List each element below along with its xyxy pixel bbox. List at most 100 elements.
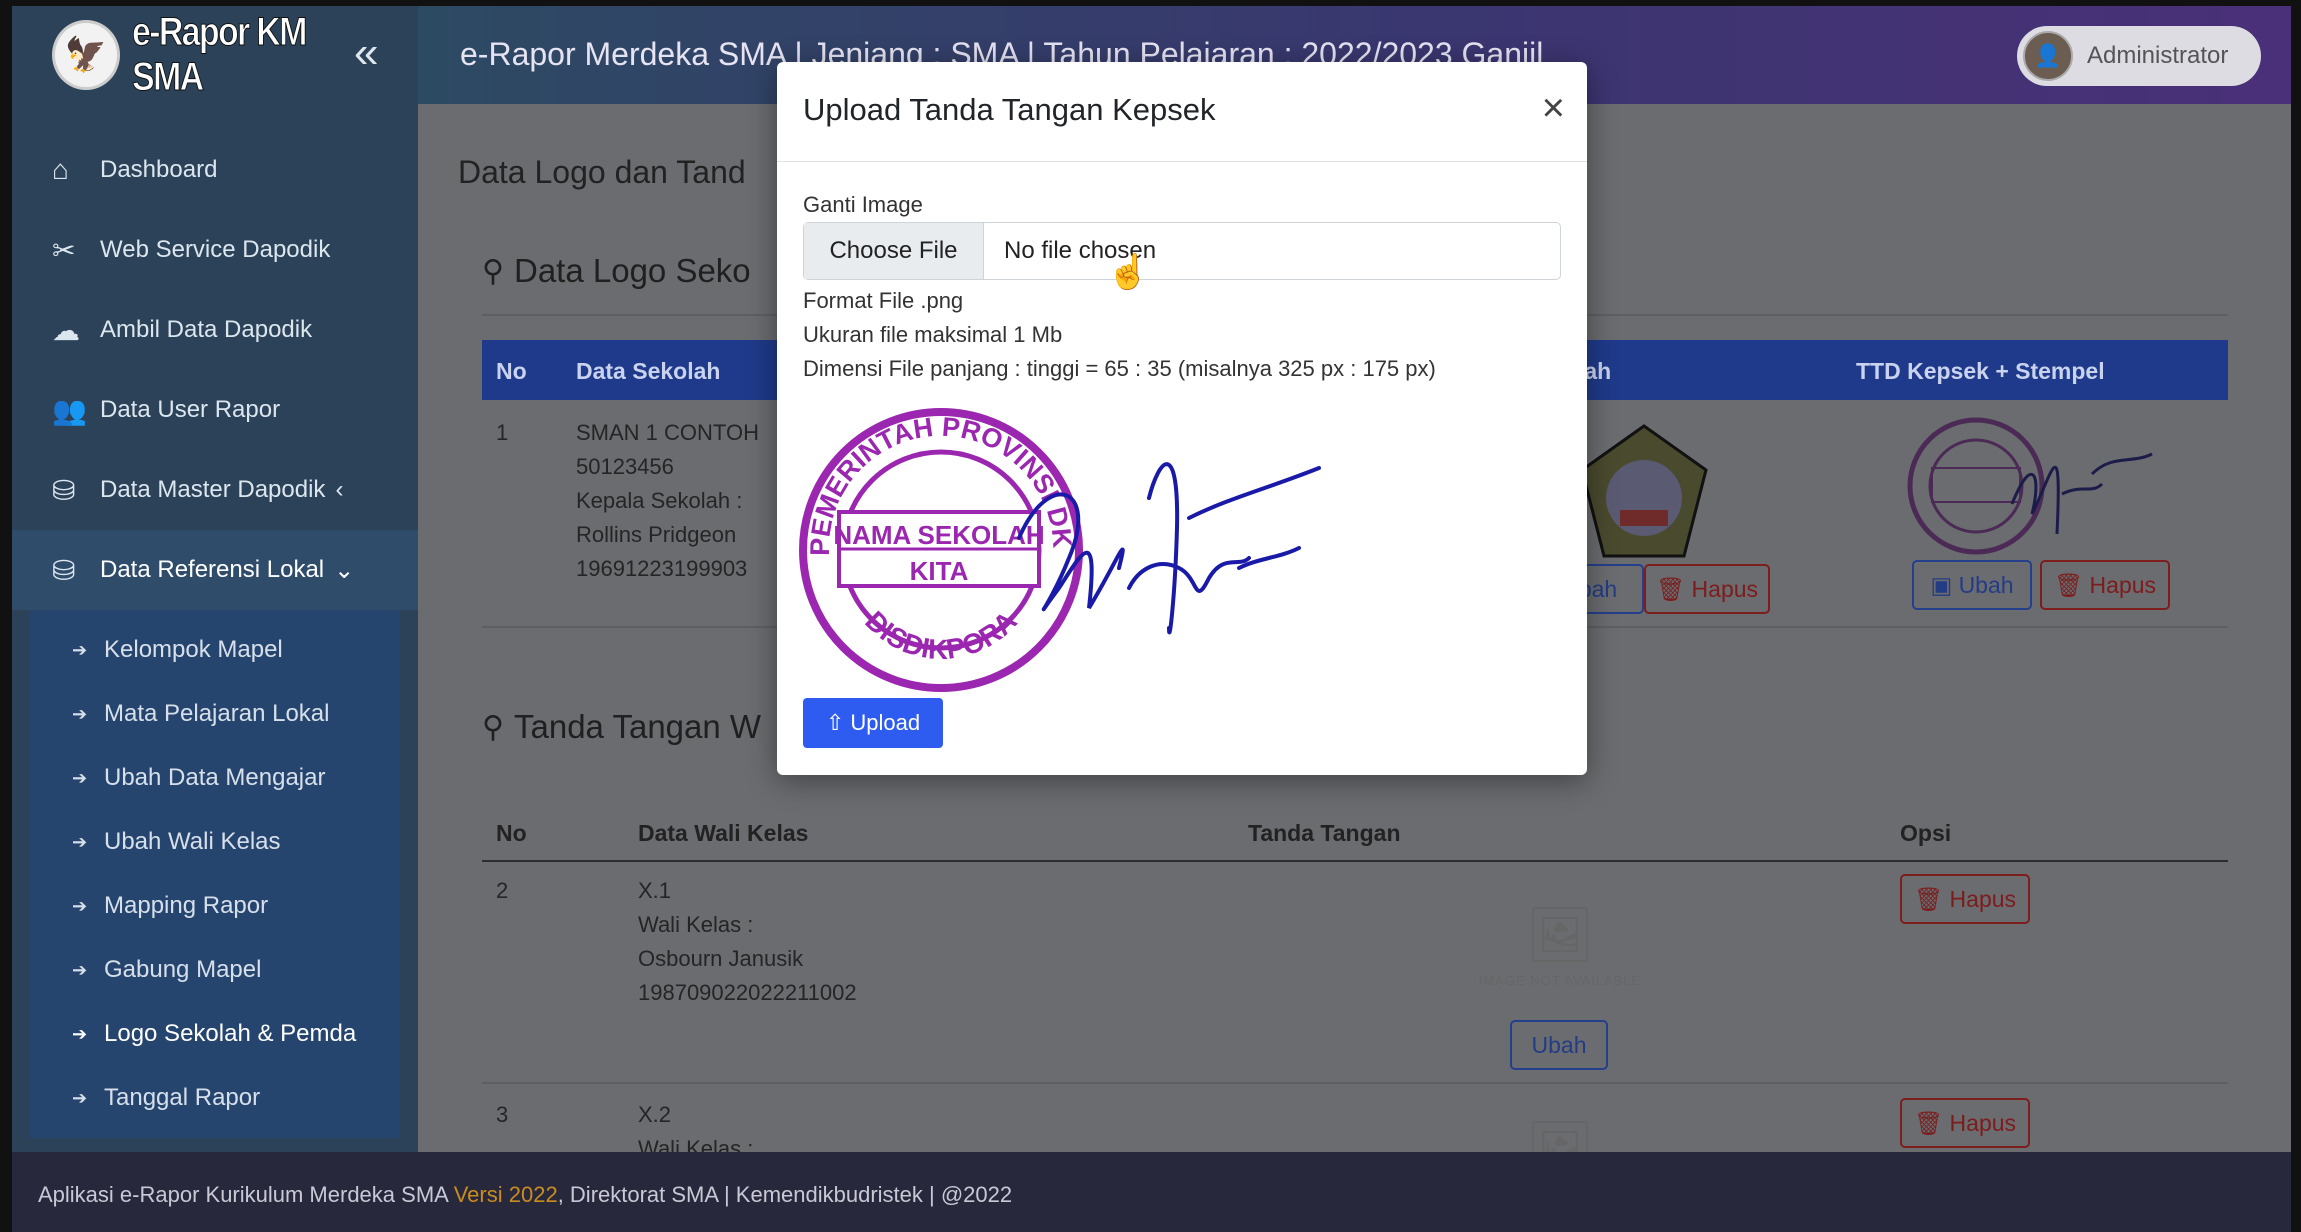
user-name: Administrator <box>2087 42 2229 69</box>
sidebar-collapse-icon[interactable]: « <box>354 28 378 78</box>
table-cell-wali: X.1 Wali Kelas : Osbourn Janusik 1987090… <box>638 874 857 1010</box>
app-frame: 🦅 e-Rapor KM SMA « ⌂ Dashboard ✂ Web Ser… <box>12 6 2291 1232</box>
button-label: Hapus <box>1691 575 1759 602</box>
subitem-label: Gabung Mapel <box>104 956 262 983</box>
arrow-right-icon: ➔ <box>72 831 88 852</box>
page-title: Data Logo dan Tand <box>458 154 746 190</box>
sidebar-subitem-ubah-mengajar[interactable]: ➔ Ubah Data Mengajar <box>30 746 400 810</box>
col-tanda-tangan: Tanda Tangan <box>1248 820 1401 846</box>
button-label: Hapus <box>1949 1109 2017 1136</box>
sidebar-item-web-service[interactable]: ✂ Web Service Dapodik <box>12 210 418 290</box>
subitem-label: Kelompok Mapel <box>104 636 283 663</box>
sidebar-item-label: Ambil Data Dapodik <box>100 316 313 343</box>
trash-icon: 🗑 <box>1913 1109 1950 1136</box>
sidebar-item-data-master[interactable]: ⛁ Data Master Dapodik ‹ <box>12 450 418 530</box>
arrow-right-icon: ➔ <box>72 1023 88 1044</box>
trash-icon: 🗑 <box>1913 885 1950 912</box>
school-logo-image <box>1580 424 1708 558</box>
stamp-center-line2: KITA <box>910 556 969 586</box>
choose-file-button[interactable]: Choose File <box>804 223 984 279</box>
col-ttd-kepsek: TTD Kepsek + Stempel <box>1856 358 2105 384</box>
upload-modal: Upload Tanda Tangan Kepsek × Ganti Image… <box>777 62 1587 775</box>
table-cell-no: 3 <box>496 1102 509 1127</box>
cell-line: X.2 <box>638 1102 672 1127</box>
modal-header: Upload Tanda Tangan Kepsek × <box>777 62 1587 162</box>
help-format: Format File .png <box>803 288 964 313</box>
table-cell-data-sekolah: SMAN 1 CONTOH 50123456 Kepala Sekolah : … <box>576 416 759 586</box>
ubah-ttd-wali-button[interactable]: Ubah <box>1510 1020 1608 1070</box>
sidebar-item-label: Data User Rapor <box>100 396 281 423</box>
hapus-wali-button[interactable]: 🗑 Hapus <box>1900 1098 2030 1148</box>
sidebar-subitem-mapel-lokal[interactable]: ➔ Mata Pelajaran Lokal <box>30 682 400 746</box>
subitem-label: Mapping Rapor <box>104 892 269 919</box>
tools-icon: ✂ <box>52 234 76 266</box>
cell-line: Wali Kelas : <box>638 1136 754 1152</box>
table-cell-no: 1 <box>496 420 509 445</box>
sidebar-menu: ⌂ Dashboard ✂ Web Service Dapodik ☁ Ambi… <box>12 104 418 610</box>
image-placeholder-icon: 🖼 <box>1525 905 1595 965</box>
divider <box>482 860 2228 862</box>
sidebar-item-label: Dashboard <box>100 156 218 183</box>
sidebar: 🦅 e-Rapor KM SMA « ⌂ Dashboard ✂ Web Ser… <box>12 6 418 1152</box>
hapus-wali-button[interactable]: 🗑 Hapus <box>1900 874 2030 924</box>
brand-name: e-Rapor KM SMA <box>131 10 307 100</box>
file-input[interactable]: Choose File No file chosen <box>803 222 1561 280</box>
image-not-available: 🖼 <box>1440 1118 1680 1152</box>
stamp-bottom-text: DISDIKPORA <box>859 605 1022 665</box>
close-icon[interactable]: × <box>1542 88 1565 128</box>
sidebar-item-ambil-data[interactable]: ☁ Ambil Data Dapodik <box>12 290 418 370</box>
subitem-label: Logo Sekolah & Pemda <box>104 1020 357 1047</box>
image-icon: ▣ <box>1930 571 1959 598</box>
cell-line: 19691223199903 <box>576 556 748 581</box>
footer: Aplikasi e-Rapor Kurikulum Merdeka SMA V… <box>12 1152 2291 1232</box>
sidebar-subitem-tanggal-rapor[interactable]: ➔ Tanggal Rapor <box>30 1066 400 1130</box>
sidebar-subitem-gabung-mapel[interactable]: ➔ Gabung Mapel <box>30 938 400 1002</box>
arrow-right-icon: ➔ <box>72 639 88 660</box>
user-menu[interactable]: 👤 Administrator <box>2017 26 2261 86</box>
section-title-text: Data Logo Seko <box>513 252 751 289</box>
chevron-down-icon: ⌄ <box>334 556 355 584</box>
sidebar-item-label: Data Master Dapodik <box>100 476 326 503</box>
sidebar-item-data-referensi[interactable]: ⛁ Data Referensi Lokal ⌄ <box>12 530 418 610</box>
arrow-right-icon: ➔ <box>72 703 88 724</box>
hapus-ttd-button[interactable]: 🗑 Hapus <box>2040 560 2170 610</box>
chevron-left-icon: ‹ <box>335 476 344 503</box>
database-icon: ⛁ <box>52 554 76 586</box>
table-cell-no: 2 <box>496 878 509 903</box>
table-cell-wali: X.2 Wali Kelas : <box>638 1098 753 1152</box>
sidebar-subitem-mapping-rapor[interactable]: ➔ Mapping Rapor <box>30 874 400 938</box>
button-label: Upload <box>850 710 921 735</box>
trash-icon: 🗑 <box>1655 575 1692 602</box>
ttd-kepsek-image <box>1907 417 2153 555</box>
subitem-label: Ubah Wali Kelas <box>104 828 281 855</box>
cell-line: Kepala Sekolah : <box>576 488 743 513</box>
button-label: Ubah <box>1531 1031 1587 1058</box>
help-dimension: Dimensi File panjang : tinggi = 65 : 35 … <box>803 356 1436 381</box>
col-data-sekolah: Data Sekolah <box>576 358 721 384</box>
users-icon: 👥 <box>52 394 87 426</box>
upload-button[interactable]: ⇧ Upload <box>803 698 943 748</box>
ubah-ttd-button[interactable]: ▣ Ubah <box>1912 560 2032 610</box>
sidebar-item-dashboard[interactable]: ⌂ Dashboard <box>12 130 418 210</box>
cell-line: X.1 <box>638 878 672 903</box>
modal-title: Upload Tanda Tangan Kepsek <box>803 92 1216 127</box>
image-placeholder-icon: 🖼 <box>1525 1119 1595 1152</box>
divider <box>482 1082 2228 1084</box>
field-label: Ganti Image <box>803 192 923 217</box>
stamp-icon: ⚲ <box>482 710 504 744</box>
button-label: Hapus <box>1949 885 2017 912</box>
hapus-logo-button[interactable]: 🗑 Hapus <box>1644 564 1770 614</box>
section-title-text: Tanda Tangan W <box>513 708 762 745</box>
footer-version: Versi 2022 <box>453 1182 558 1207</box>
submenu-referensi: ➔ Kelompok Mapel ➔ Mata Pelajaran Lokal ➔ U… <box>30 610 400 1138</box>
col-opsi: Opsi <box>1900 820 1952 846</box>
subitem-label: Tanggal Rapor <box>104 1084 261 1111</box>
sidebar-subitem-kelompok-mapel[interactable]: ➔ Kelompok Mapel <box>30 618 400 682</box>
sidebar-subitem-logo-sekolah[interactable]: ➔ Logo Sekolah & Pemda <box>30 1002 400 1066</box>
sidebar-subitem-ubah-wali[interactable]: ➔ Ubah Wali Kelas <box>30 810 400 874</box>
cell-line: Rollins Pridgeon <box>576 522 737 547</box>
cell-line: SMAN 1 CONTOH <box>576 420 759 445</box>
help-size: Ukuran file maksimal 1 Mb <box>803 322 1063 347</box>
sidebar-item-data-user[interactable]: 👥 Data User Rapor <box>12 370 418 450</box>
subitem-label: Mata Pelajaran Lokal <box>104 700 330 727</box>
